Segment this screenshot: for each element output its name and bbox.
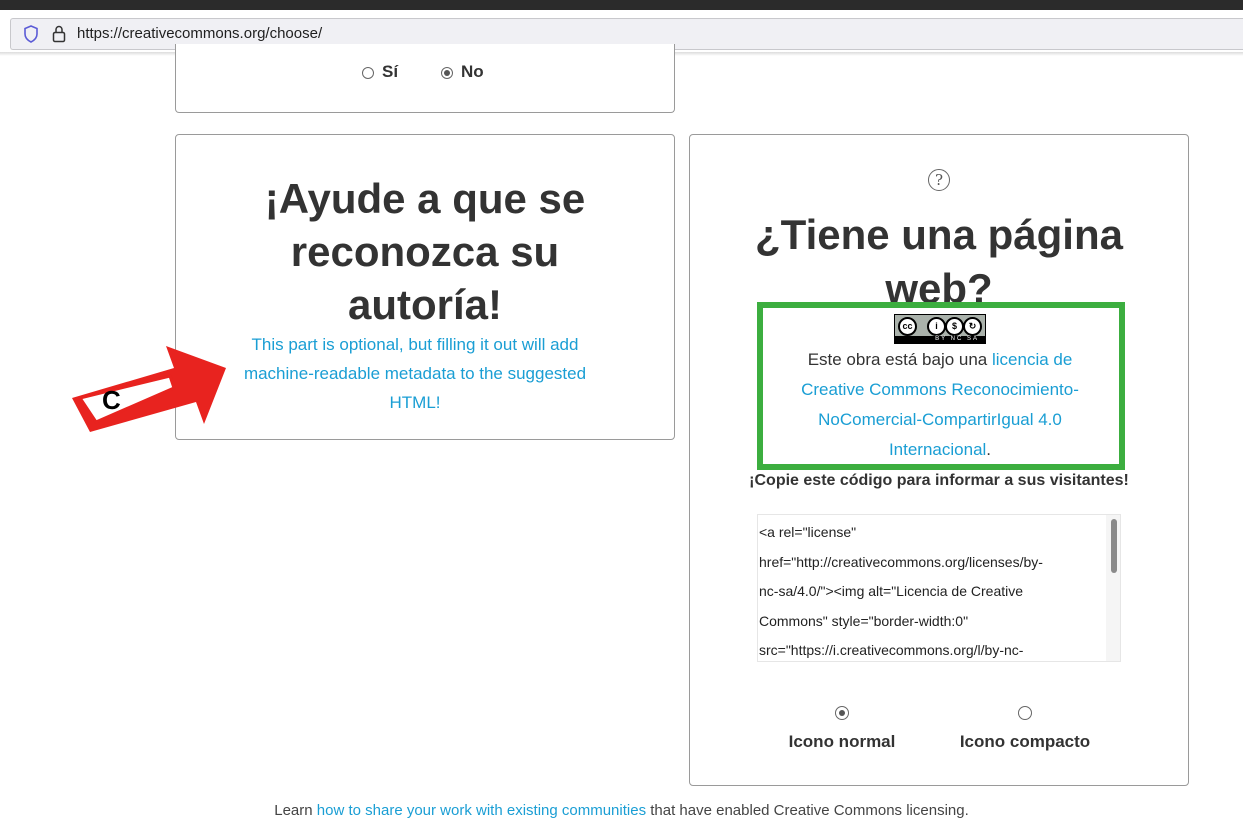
code-scrollbar[interactable] bbox=[1106, 515, 1120, 661]
code-scrollbar-thumb[interactable] bbox=[1111, 519, 1117, 573]
footer-text: Learn how to share your work with existi… bbox=[0, 802, 1243, 819]
radio-option-yes[interactable]: Sí bbox=[362, 62, 398, 82]
code-line: <a rel="license" bbox=[759, 524, 857, 540]
icon-normal-label: Icono normal bbox=[788, 732, 896, 751]
attribution-title-line3: autoría! bbox=[347, 281, 502, 328]
license-statement: Este obra está bajo una licencia de Crea… bbox=[775, 345, 1105, 465]
radio-option-no[interactable]: No bbox=[441, 62, 484, 82]
html-code-textarea[interactable]: <a rel="license" href="http://creativeco… bbox=[757, 514, 1121, 662]
footer-suffix: that have enabled Creative Commons licen… bbox=[646, 802, 969, 819]
footer-prefix: Learn bbox=[274, 802, 317, 819]
cc-logo-icon: cc bbox=[898, 317, 917, 336]
url-text[interactable]: https://creativecommons.org/choose/ bbox=[77, 25, 322, 42]
radio-yes-icon[interactable] bbox=[362, 66, 374, 79]
icon-normal-radio[interactable] bbox=[835, 706, 849, 720]
radio-yes-label: Sí bbox=[382, 62, 399, 81]
shield-icon[interactable] bbox=[23, 25, 39, 48]
annotation-label: C bbox=[102, 385, 121, 415]
website-title-line1: ¿Tiene una página bbox=[755, 211, 1123, 258]
icon-compact-option[interactable]: Icono compacto bbox=[952, 706, 1098, 752]
attribution-title-line1: ¡Ayude a que se bbox=[264, 175, 586, 222]
code-line: nc-sa/4.0/"><img alt="Licencia de Creati… bbox=[759, 583, 1024, 599]
code-line: href="http://creativecommons.org/license… bbox=[759, 553, 1043, 570]
annotation-arrow-icon bbox=[72, 346, 226, 432]
icon-compact-label: Icono compacto bbox=[959, 732, 1091, 751]
attribution-options-card bbox=[175, 44, 675, 113]
radio-no-icon[interactable] bbox=[441, 66, 453, 79]
code-line: src="https://i.creativecommons.org/l/by-… bbox=[759, 642, 1024, 658]
by-person-icon: i bbox=[927, 317, 946, 336]
nc-dollar-icon: $ bbox=[945, 317, 964, 336]
code-content[interactable]: <a rel="license" href="http://creativeco… bbox=[759, 518, 1099, 661]
attribution-title-line2: reconozca su bbox=[290, 228, 560, 275]
icon-compact-radio[interactable] bbox=[1018, 706, 1032, 720]
help-icon[interactable]: ? bbox=[928, 169, 950, 191]
copy-code-heading: ¡Copie este código para informar a sus v… bbox=[749, 472, 1129, 489]
badge-strip-text: BY NC SA bbox=[895, 336, 985, 343]
cc-by-nc-sa-badge[interactable]: cc i $ ↻ BY NC SA bbox=[894, 314, 986, 344]
sa-share-icon: ↻ bbox=[963, 317, 982, 336]
icon-normal-option[interactable]: Icono normal bbox=[780, 706, 904, 752]
code-line: Commons" style="border-width:0" bbox=[759, 612, 969, 629]
footer-link[interactable]: how to share your work with existing com… bbox=[317, 802, 646, 819]
optional-metadata-note[interactable]: This part is optional, but filling it ou… bbox=[227, 330, 603, 417]
browser-top-bar bbox=[0, 0, 1243, 10]
license-prefix: Este obra está bajo una bbox=[807, 350, 992, 369]
lock-icon[interactable] bbox=[51, 24, 67, 49]
radio-no-label: No bbox=[461, 62, 484, 81]
license-suffix: . bbox=[986, 440, 992, 459]
